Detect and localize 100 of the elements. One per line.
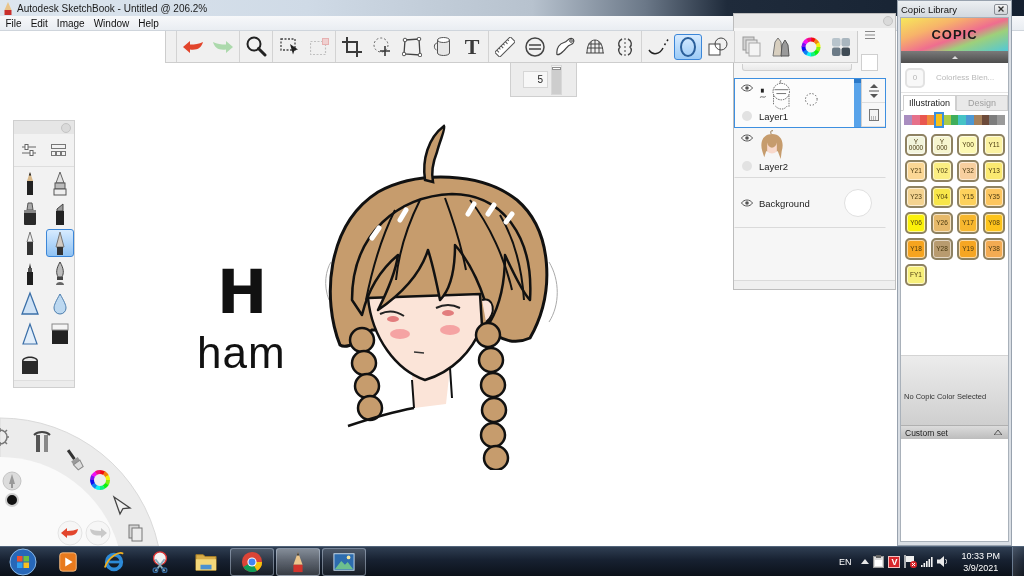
sliders-icon [21, 144, 36, 156]
airbrush-icon [51, 170, 69, 196]
clock-time: 10:33 PM [961, 550, 1000, 561]
caret-up-icon[interactable] [861, 559, 870, 564]
color-dot-icon[interactable] [5, 493, 19, 507]
marker-icon [21, 200, 39, 226]
window-title: Autodesk SketchBook - Untitled @ 206.2% [17, 2, 208, 14]
menu-icon[interactable] [864, 31, 875, 39]
flag-icon[interactable] [904, 555, 918, 568]
layer-row[interactable]: Layer1 [734, 78, 886, 128]
layer-name: Layer1 [759, 111, 789, 122]
layer-options-button[interactable] [862, 103, 885, 127]
layer-row[interactable]: Layer2 [734, 128, 886, 178]
size-slider[interactable] [551, 64, 562, 95]
brush-button[interactable] [46, 229, 74, 257]
resize-grip[interactable] [734, 280, 895, 289]
ellipse-button[interactable] [674, 33, 702, 60]
layer-thumbnail [759, 130, 785, 161]
layer-row[interactable]: Background [734, 178, 886, 228]
distort-icon [402, 36, 422, 57]
orb-icon [8, 547, 37, 576]
speaker-icon[interactable] [937, 556, 948, 567]
symmetry-icon [617, 36, 633, 57]
play-icon [57, 550, 79, 573]
menu-item[interactable]: Help [133, 17, 164, 29]
scissors-icon [149, 550, 171, 573]
custom-set-header[interactable]: Custom set [901, 425, 1008, 439]
shapes-icon [708, 37, 728, 56]
signal-icon[interactable] [921, 556, 934, 567]
color-wheel-icon[interactable] [90, 470, 110, 490]
ring-logo-icon [103, 550, 125, 573]
color-family-swatch[interactable] [966, 115, 974, 125]
round-logo-icon [241, 550, 263, 573]
menu-item[interactable]: File [1, 17, 27, 29]
ellipse-ruler-icon [525, 36, 545, 57]
menu-item[interactable]: Edit [26, 17, 53, 29]
caret-up-icon [951, 55, 958, 59]
triangle-icon [21, 320, 39, 346]
background-swatch[interactable] [844, 189, 872, 217]
show-desktop-button[interactable] [1012, 547, 1024, 576]
brush-tips-icon [772, 36, 790, 57]
search-icon [245, 36, 267, 57]
color-family-swatch[interactable] [989, 115, 998, 125]
eye-icon[interactable] [741, 84, 753, 92]
taskbar-button[interactable] [276, 547, 320, 576]
menu-item[interactable]: Window [89, 17, 134, 29]
layer-thumbnail [759, 80, 819, 111]
move-icon [372, 36, 392, 57]
logo-text: COPIC [931, 27, 978, 42]
round-toggle-icon[interactable] [742, 111, 752, 121]
slider-thumb[interactable] [552, 66, 561, 70]
color-family-swatch[interactable] [904, 115, 912, 125]
layers-icon[interactable] [128, 524, 143, 542]
taskbar-button[interactable] [230, 547, 274, 576]
document-icon [868, 108, 879, 121]
layer-name: Background [759, 197, 811, 209]
brush-library-button[interactable] [51, 144, 67, 156]
curve-icon [647, 38, 669, 55]
color-family-swatch[interactable] [919, 115, 928, 125]
pencil-icon [4, 1, 12, 15]
eye-icon[interactable] [741, 199, 753, 207]
letter-tile[interactable]: V [888, 555, 901, 568]
color-family-swatch[interactable] [927, 115, 936, 125]
color-family-swatch[interactable] [973, 115, 982, 125]
close-button[interactable] [994, 3, 1008, 15]
handwritten-letter: H [217, 262, 266, 322]
text-button[interactable]: T [458, 33, 486, 60]
taskbar-button[interactable] [322, 547, 366, 576]
picture-icon [333, 550, 355, 573]
triangle-icon [21, 290, 39, 316]
handwritten-word: ham [197, 331, 286, 375]
caret-up-icon [994, 430, 1002, 435]
gear-icon[interactable] [0, 427, 10, 447]
eye-icon[interactable] [741, 134, 753, 142]
clipboard-icon[interactable] [873, 555, 885, 568]
color-family-swatch[interactable] [981, 115, 990, 125]
curved-arrow-icon [213, 40, 233, 53]
tab[interactable]: Illustration [903, 95, 957, 111]
opacity-field[interactable] [861, 54, 878, 71]
move-layer-button[interactable] [862, 79, 885, 103]
undo-button[interactable] [57, 520, 83, 546]
brush-properties-button[interactable] [21, 144, 36, 156]
tools-icon[interactable] [33, 431, 51, 452]
cursor-icon[interactable] [112, 495, 132, 516]
color-family-swatch[interactable] [958, 115, 967, 125]
grid-icon [51, 144, 67, 156]
color-family-swatch[interactable] [942, 115, 951, 125]
color-family-swatch[interactable] [911, 115, 920, 125]
french-curve-icon [555, 37, 575, 56]
color-family-swatch[interactable] [950, 115, 959, 125]
dashed-rect-icon [309, 38, 329, 55]
size-field[interactable]: 5 [523, 71, 548, 88]
language-indicator[interactable]: EN [838, 556, 852, 567]
menu-item[interactable]: Image [52, 17, 90, 29]
resize-grip[interactable] [14, 380, 74, 387]
color-family-swatch[interactable] [997, 115, 1005, 125]
brush-icon[interactable] [66, 449, 84, 471]
eraser-icon [51, 320, 69, 346]
crop-icon [341, 35, 363, 58]
color-family-swatch[interactable] [935, 113, 943, 127]
